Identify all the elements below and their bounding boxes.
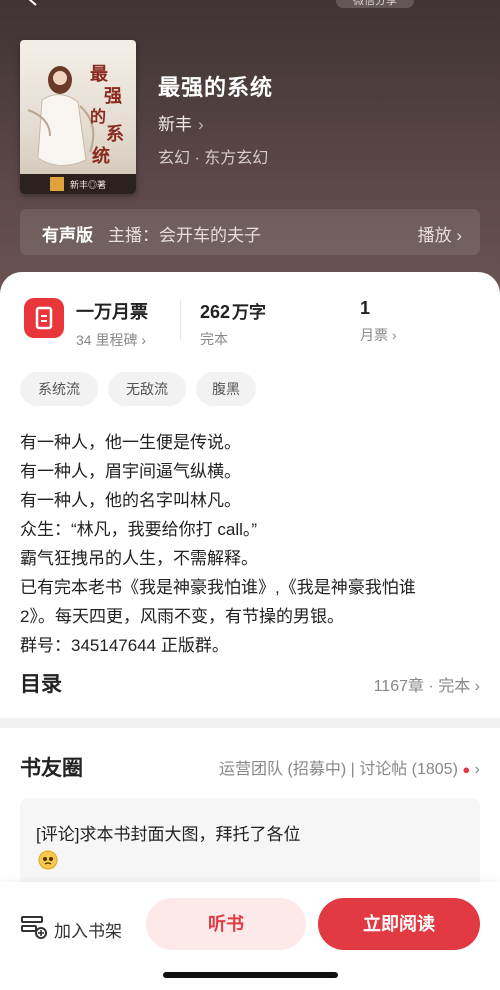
description-line: 已有完本老书《我是神豪我怕谁》,《我是神豪我怕谁 [20, 578, 416, 597]
top-bar: 微信分享 [0, 0, 500, 14]
ticket-stat[interactable]: 一万月票 34 里程碑 › [76, 298, 148, 350]
monthly-ticket-stat[interactable]: 1 月票 › [360, 298, 397, 345]
monthly-ticket-icon [24, 298, 64, 338]
table-of-contents-row[interactable]: 目录 1167章 · 完本 › [20, 668, 480, 702]
description-line: 有一种人，眉宇间逼气纵横。 [20, 462, 241, 481]
audio-anchor: 主播：会开车的夫子 [108, 226, 261, 245]
tag-chip[interactable]: 腹黑 [196, 372, 256, 406]
audio-version-bar[interactable]: 有声版 主播：会开车的夫子 播放 › [20, 209, 480, 255]
description-line: 有一种人，他一生便是传说。 [20, 433, 241, 452]
ticket-stat-sub: 34 里程碑 › [76, 332, 147, 348]
svg-text:系: 系 [106, 124, 124, 145]
book-genre: 玄幻 · 东方玄幻 [158, 150, 269, 167]
read-now-button[interactable]: 立即阅读 [318, 898, 480, 950]
word-count-value: 262 [200, 302, 231, 322]
author-link[interactable]: 新丰 › [158, 110, 204, 135]
description-line: 群号：345147644 正版群。 [20, 636, 229, 655]
flame-icon: ● [462, 762, 471, 777]
pleading-emoji-icon [38, 850, 58, 870]
svg-text:最: 最 [90, 64, 109, 85]
play-audio-button[interactable]: 播放 › [418, 221, 462, 246]
stat-divider [180, 300, 181, 340]
home-indicator [163, 972, 338, 978]
description-line: 众生：“林凡，我要给你打 call。” [20, 520, 258, 539]
chevron-right-icon: › [474, 761, 480, 778]
toc-meta: 1167章 · 完本 › [373, 678, 480, 695]
share-button[interactable]: 微信分享 [336, 0, 414, 8]
description-line: 有一种人，他的名字叫林凡。 [20, 491, 241, 510]
listen-button[interactable]: 听书 [146, 898, 306, 950]
community-link[interactable]: 运营团队 (招募中) | 讨论帖 (1805) ● › [219, 755, 480, 779]
back-arrow-icon[interactable] [26, 0, 40, 6]
tag-chip[interactable]: 系统流 [20, 372, 98, 406]
monthly-ticket-value: 1 [360, 298, 371, 318]
book-cover-art: 最 强 的 系 统 新丰◎著 [20, 40, 136, 194]
add-to-shelf-label: 加入书架 [54, 922, 122, 941]
book-description[interactable]: 有一种人，他一生便是传说。 有一种人，眉宇间逼气纵横。 有一种人，他的名字叫林凡… [20, 428, 480, 660]
description-line: 2》。每天四更，风雨不变，有节操的男银。 [20, 607, 344, 626]
author-name: 新丰 [158, 115, 192, 134]
chevron-right-icon: › [198, 115, 204, 134]
svg-text:新丰◎著: 新丰◎著 [70, 179, 106, 190]
word-count-unit: 万字 [232, 303, 267, 322]
audio-version-label: 有声版 [42, 226, 93, 245]
community-meta-text: 运营团队 (招募中) | 讨论帖 (1805) [219, 761, 458, 778]
tag-chip[interactable]: 无敌流 [108, 372, 186, 406]
community-title: 书友圈 [20, 757, 83, 780]
ticket-stat-value: 一万月票 [76, 302, 148, 322]
description-line: 霸气狂拽吊的人生，不需解释。 [20, 549, 258, 568]
svg-text:统: 统 [92, 145, 110, 167]
book-cover[interactable]: 最 强 的 系 统 新丰◎著 [20, 40, 136, 194]
svg-text:强: 强 [104, 86, 122, 107]
post-text: [评论]求本书封面大图，拜托了各位 [36, 825, 301, 844]
word-count-stat: 262 万字 完本 [200, 298, 266, 349]
monthly-ticket-sub: 月票 › [360, 327, 397, 343]
section-divider [0, 718, 500, 728]
toc-title: 目录 [20, 673, 62, 696]
book-title: 最强的系统 [158, 75, 274, 100]
community-post-card[interactable]: [评论]求本书封面大图，拜托了各位 [20, 798, 480, 890]
svg-text:的: 的 [90, 107, 106, 126]
word-count-sub: 完本 [200, 331, 228, 347]
bookshelf-add-icon [21, 916, 47, 939]
